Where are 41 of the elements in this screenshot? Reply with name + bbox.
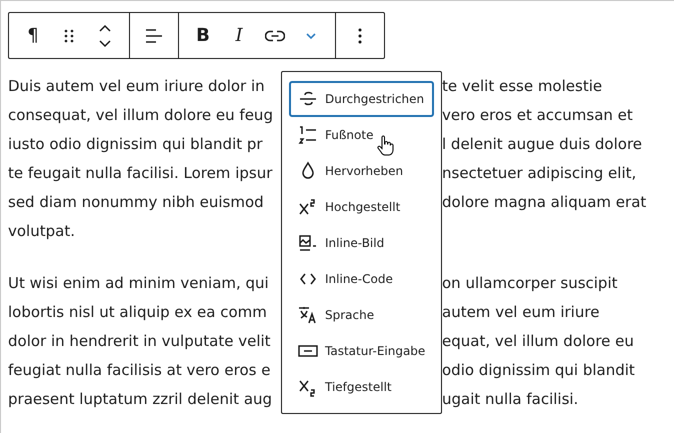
body-text: iusto odio dignissim qui blandit pr: [8, 134, 263, 155]
chevron-up-down-icon: [98, 24, 112, 48]
body-text: nsectetuer adipiscing elit,: [442, 163, 636, 184]
body-text: Duis autem vel eum iriure dolor in: [8, 76, 265, 97]
menu-item[interactable]: Hervorheben: [289, 153, 434, 189]
body-text: on ullamcorper suscipit: [442, 273, 618, 294]
body-text: te feugait nulla facilisi. Lorem ipsur: [8, 163, 272, 184]
body-text: volutpat.: [8, 221, 75, 242]
menu-item[interactable]: Sprache: [289, 297, 434, 333]
drag-icon: [63, 28, 75, 44]
body-text: odio dignissim qui blandit: [442, 360, 635, 381]
body-text: autem vel eum iriure: [442, 302, 600, 323]
body-text: sed diam nonummy nibh euismod: [8, 192, 264, 213]
paragraph-button[interactable]: ¶: [15, 18, 51, 54]
menu-item[interactable]: Fußnote: [289, 117, 434, 153]
menu-item[interactable]: Inline-Bild: [289, 225, 434, 261]
body-text: dolor in hendrerit in vulputate velit: [8, 331, 271, 352]
menu-item[interactable]: Durchgestrichen: [289, 81, 434, 117]
footnote-icon: [297, 124, 319, 146]
bold-button[interactable]: B: [185, 18, 221, 54]
more-icon: [358, 28, 362, 44]
menu-item[interactable]: Inline-Code: [289, 261, 434, 297]
body-text: ugait nulla facilisi.: [442, 389, 578, 410]
body-text: feugiat nulla facilisis at vero eros e: [8, 360, 270, 381]
body-text: praesent luptatum zzril delenit aug: [8, 389, 272, 410]
menu-item[interactable]: Tastatur-Eingabe: [289, 333, 434, 369]
body-text: equat, vel illum dolore eu: [442, 331, 634, 352]
align-icon: [145, 28, 163, 44]
body-text: Ut wisi enim ad minim veniam, qui: [8, 273, 269, 294]
pointer-hand-icon: [377, 135, 395, 157]
menu-item[interactable]: Tiefgestellt: [289, 369, 434, 405]
menu-item[interactable]: Hochgestellt: [289, 189, 434, 225]
italic-button[interactable]: I: [221, 18, 257, 54]
body-text: l delenit augue duis dolore: [442, 134, 642, 155]
body-text: te velit esse molestie: [442, 76, 602, 97]
chevron-down-icon: [305, 32, 317, 40]
link-icon: [265, 30, 285, 42]
body-text: lobortis nisl ut aliquip ex ea comm: [8, 302, 267, 323]
body-text: vero eros et accumsan et: [442, 105, 633, 126]
body-text: consequat, vel illum dolore eu feug: [8, 105, 273, 126]
body-text: dolore magna aliquam erat: [442, 192, 646, 213]
